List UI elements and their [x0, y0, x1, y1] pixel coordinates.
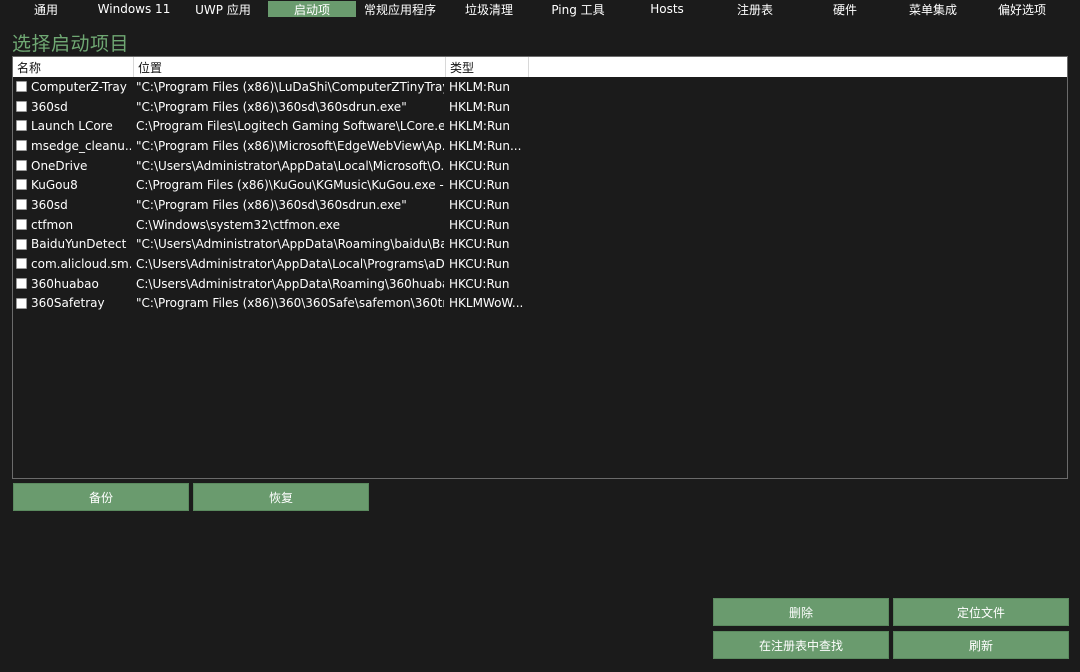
- table-body: ComputerZ-Tray "C:\Program Files (x86)\Lu…: [13, 77, 1067, 313]
- refresh-button[interactable]: 刷新: [893, 631, 1069, 659]
- table-row[interactable]: com.alicloud.sm... C:\Users\Administrator…: [13, 254, 1067, 274]
- backup-button[interactable]: 备份: [13, 483, 189, 511]
- table-row[interactable]: KuGou8 C:\Program Files (x86)\KuGou\KGMus…: [13, 175, 1067, 195]
- column-header-type[interactable]: 类型: [446, 57, 529, 77]
- table-header: 名称 位置 类型: [13, 57, 1067, 77]
- table-row[interactable]: 360sd "C:\Program Files (x86)\360sd\360sd…: [13, 195, 1067, 215]
- tab-hardware[interactable]: 硬件: [818, 1, 872, 17]
- row-checkbox[interactable]: [16, 81, 27, 92]
- cell-location: "C:\Program Files (x86)\360sd\360sdrun.e…: [136, 99, 407, 114]
- cell-type: HKLM:Run...: [449, 138, 522, 153]
- tab-ping-tool[interactable]: Ping 工具: [538, 1, 618, 17]
- row-checkbox[interactable]: [16, 140, 27, 152]
- row-checkbox[interactable]: [16, 258, 27, 270]
- cell-type: HKLM:Run: [449, 79, 510, 94]
- cell-location: C:\Users\Administrator\AppData\Local\Pro…: [136, 257, 444, 272]
- table-row[interactable]: ctfmon C:\Windows\system32\ctfmon.exe HKCU…: [13, 215, 1067, 235]
- cell-name: BaiduYunDetect: [31, 237, 127, 252]
- cell-type: HKCU:Run: [449, 276, 510, 291]
- cell-name: 360huabao: [31, 276, 99, 291]
- restore-button[interactable]: 恢复: [193, 483, 369, 511]
- table-row[interactable]: 360sd "C:\Program Files (x86)\360sd\360sd…: [13, 97, 1067, 117]
- cell-name: ComputerZ-Tray: [31, 79, 127, 94]
- cell-name: ctfmon: [31, 217, 74, 232]
- row-checkbox[interactable]: [16, 100, 27, 112]
- cell-type: HKCU:Run: [449, 217, 510, 232]
- cell-name: KuGou8: [31, 178, 78, 193]
- cell-location: C:\Program Files\Logitech Gaming Softwar…: [136, 119, 444, 134]
- tab-uwp-apps[interactable]: UWP 应用: [184, 1, 262, 17]
- tab-preferences[interactable]: 偏好选项: [986, 1, 1058, 17]
- tab-startup[interactable]: 启动项: [268, 1, 356, 17]
- tab-menu-integration[interactable]: 菜单集成: [898, 1, 968, 17]
- cell-type: HKCU:Run: [449, 158, 510, 173]
- row-checkbox[interactable]: [16, 277, 27, 289]
- cell-location: "C:\Users\Administrator\AppData\Local\Mi…: [136, 158, 444, 173]
- cell-location: "C:\Program Files (x86)\360\360Safe\safe…: [136, 296, 444, 311]
- tab-general[interactable]: 通用: [18, 1, 74, 17]
- page-title: 选择启动项目: [12, 33, 130, 55]
- table-row[interactable]: OneDrive "C:\Users\Administrator\AppData\…: [13, 156, 1067, 176]
- table-row[interactable]: BaiduYunDetect "C:\Users\Administrator\Ap…: [13, 235, 1067, 255]
- cell-name: OneDrive: [31, 158, 88, 173]
- table-row[interactable]: ComputerZ-Tray "C:\Program Files (x86)\Lu…: [13, 77, 1067, 97]
- cell-name: Launch LCore: [31, 119, 113, 134]
- cell-name: 360sd: [31, 197, 68, 212]
- cell-location: "C:\Program Files (x86)\Microsoft\EdgeWe…: [136, 138, 444, 153]
- cell-name: 360sd: [31, 99, 68, 114]
- row-checkbox[interactable]: [16, 179, 27, 191]
- cell-location: C:\Windows\system32\ctfmon.exe: [136, 217, 341, 232]
- row-checkbox[interactable]: [16, 297, 27, 309]
- row-checkbox[interactable]: [16, 199, 27, 211]
- cell-location: "C:\Program Files (x86)\360sd\360sdrun.e…: [136, 197, 407, 212]
- cell-location: "C:\Program Files (x86)\LuDaShi\Computer…: [136, 79, 444, 94]
- tab-registry[interactable]: 注册表: [722, 1, 788, 17]
- locate-file-button[interactable]: 定位文件: [893, 598, 1069, 626]
- row-checkbox[interactable]: [16, 238, 27, 250]
- row-checkbox[interactable]: [16, 218, 27, 230]
- row-checkbox[interactable]: [16, 120, 27, 132]
- cell-type: HKCU:Run: [449, 237, 510, 252]
- column-header-location[interactable]: 位置: [134, 57, 446, 77]
- table-row[interactable]: msedge_cleanu... "C:\Program Files (x86)\…: [13, 136, 1067, 156]
- startup-items-table: 名称 位置 类型 ComputerZ-Tray "C:\Program Files…: [12, 56, 1068, 479]
- cell-type: HKCU:Run: [449, 257, 510, 272]
- table-row[interactable]: Launch LCore C:\Program Files\Logitech Ga…: [13, 116, 1067, 136]
- cell-type: HKCU:Run: [449, 178, 510, 193]
- tab-hosts[interactable]: Hosts: [636, 1, 698, 17]
- table-row[interactable]: 360huabao C:\Users\Administrator\AppData\…: [13, 274, 1067, 294]
- cell-type: HKCU:Run: [449, 197, 510, 212]
- row-checkbox[interactable]: [16, 159, 27, 171]
- delete-button[interactable]: 删除: [713, 598, 889, 626]
- cell-type: HKLM:Run: [449, 119, 510, 134]
- tab-windows-11[interactable]: Windows 11: [94, 1, 174, 17]
- app-window: 通用 Windows 11 UWP 应用 启动项 常规应用程序 垃圾清理 Pin…: [0, 0, 1080, 672]
- cell-name: 360Safetray: [31, 296, 105, 311]
- table-row[interactable]: 360Safetray "C:\Program Files (x86)\360\3…: [13, 294, 1067, 314]
- cell-location: C:\Users\Administrator\AppData\Roaming\3…: [136, 276, 444, 291]
- cell-location: C:\Program Files (x86)\KuGou\KGMusic\KuG…: [136, 178, 444, 193]
- cell-type: HKLMWoW...: [449, 296, 524, 311]
- cell-location: "C:\Users\Administrator\AppData\Roaming\…: [136, 237, 444, 252]
- top-tab-bar: 通用 Windows 11 UWP 应用 启动项 常规应用程序 垃圾清理 Pin…: [0, 0, 1080, 18]
- cell-name: com.alicloud.sm...: [31, 257, 131, 272]
- column-header-name[interactable]: 名称: [13, 57, 134, 77]
- cell-name: msedge_cleanu...: [31, 138, 131, 153]
- find-in-registry-button[interactable]: 在注册表中查找: [713, 631, 889, 659]
- cell-type: HKLM:Run: [449, 99, 510, 114]
- tab-junk-cleanup[interactable]: 垃圾清理: [452, 1, 526, 17]
- tab-regular-apps[interactable]: 常规应用程序: [358, 1, 442, 17]
